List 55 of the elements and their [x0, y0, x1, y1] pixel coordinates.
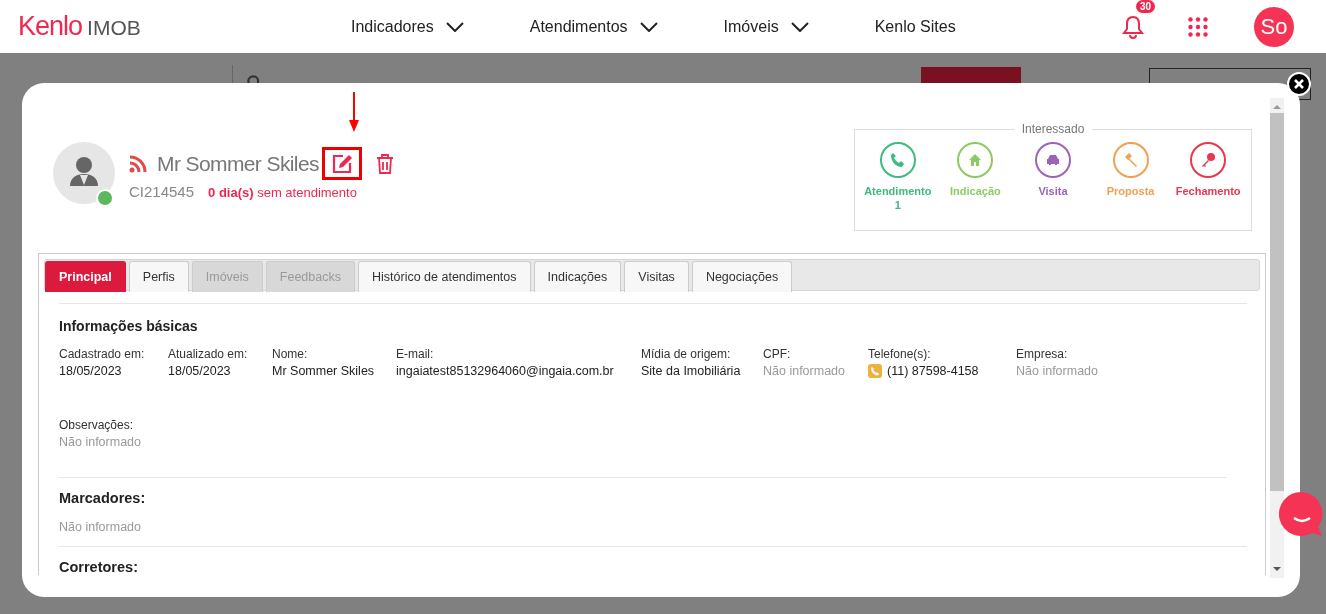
phone-icon	[868, 364, 882, 378]
user-avatar[interactable]: So	[1254, 6, 1294, 47]
delete-icon[interactable]	[375, 153, 394, 174]
car-icon[interactable]	[1035, 142, 1071, 178]
tab[interactable]: Histórico de atendimentos	[358, 261, 531, 292]
field-value: Não informado	[1016, 364, 1098, 378]
kenlo-logo[interactable]: Kenlo IMOB	[18, 11, 351, 42]
apps-grid-icon[interactable]	[1188, 16, 1208, 37]
nav-menu-item[interactable]: Indicadores	[351, 17, 464, 36]
days-without-service: 0 dia(s) sem atendimento	[208, 185, 357, 200]
edit-icon	[330, 152, 353, 175]
tab[interactable]: Principal	[45, 261, 126, 292]
nav-menu-item[interactable]: Atendimentos	[529, 17, 658, 36]
stage-label[interactable]: Visita	[1038, 184, 1068, 198]
field-value: ingaiatest85132964060@ingaia.com.br	[396, 364, 614, 378]
field-label: Telefone(s):	[868, 347, 932, 361]
rss-icon	[129, 154, 147, 173]
field-value: Não informado	[59, 520, 142, 534]
client-name: Mr Sommer Skiles	[157, 151, 319, 176]
edit-button[interactable]	[321, 147, 362, 180]
field-label: Mídia de origem:	[641, 347, 732, 361]
funnel-title: Interessado	[1020, 122, 1086, 136]
field-value: Não informado	[59, 435, 142, 449]
close-icon[interactable]	[1287, 72, 1311, 96]
field-label: Cadastrado em:	[59, 347, 146, 361]
field-label: Nome:	[272, 347, 309, 361]
nav-menu-item[interactable]: Imóveis	[723, 17, 809, 36]
tab[interactable]: Visitas	[624, 261, 689, 292]
tab[interactable]: Perfis	[128, 261, 189, 292]
tab[interactable]: Indicações	[533, 261, 622, 292]
key-icon[interactable]	[1190, 142, 1227, 178]
client-code: CI214545	[129, 183, 195, 200]
section-title: Corretores:	[59, 559, 139, 575]
field-value: Não informado	[763, 364, 845, 378]
notification-bell-icon[interactable]	[1122, 14, 1144, 39]
nav-menu-item[interactable]: Kenlo Sites	[874, 17, 956, 36]
field-label: Empresa:	[1016, 347, 1069, 361]
tab[interactable]: Negociações	[691, 261, 793, 292]
field-label: Observações:	[59, 418, 135, 432]
stage-label[interactable]: Fechamento	[1175, 184, 1241, 198]
phone-icon[interactable]	[879, 142, 916, 178]
scrollbar[interactable]	[1270, 98, 1284, 578]
field-value: 18/05/2023	[168, 364, 231, 378]
gavel-icon[interactable]	[1112, 142, 1149, 178]
section-title: Marcadores:	[59, 490, 147, 506]
field-value: Site da Imobiliária	[641, 364, 741, 378]
annotation-arrow	[349, 92, 359, 132]
field-label: E-mail:	[396, 347, 435, 361]
field-label: Atualizado em:	[168, 347, 249, 361]
field-value: (11) 87598-4158	[887, 364, 979, 378]
notification-count: 30	[1136, 0, 1156, 13]
field-value: 18/05/2023	[59, 364, 122, 378]
field-label: CPF:	[763, 347, 792, 361]
section-title: Informações básicas	[59, 318, 199, 334]
field-value: Mr Sommer Skiles	[272, 364, 375, 378]
